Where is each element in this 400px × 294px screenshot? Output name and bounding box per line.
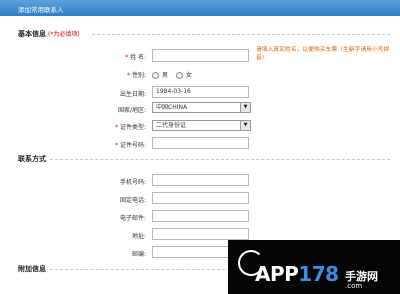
zip-label: 邮编: (131, 251, 146, 258)
required-note: (*为必填项) (48, 31, 80, 38)
id-number-input[interactable] (152, 137, 249, 149)
section-divider (92, 34, 390, 35)
address-label: 地址: (131, 233, 146, 240)
id-type-label: * 证件类型: (114, 124, 146, 131)
radio-icon (152, 72, 159, 79)
email-label: 电子邮件: (119, 215, 146, 222)
section-contact: 联系方式 (18, 154, 46, 164)
phone-label: 固定电话: (119, 197, 146, 204)
dialog-title: 添加常用联系人 (18, 6, 64, 14)
watermark-domain: .com (345, 282, 363, 290)
gender-female-radio[interactable]: 女 (176, 70, 192, 79)
watermark-logo: APP178 (255, 262, 339, 286)
required-star: * (125, 54, 129, 61)
id-type-select[interactable]: 二代身份证 ▼ (152, 120, 251, 131)
birth-label: 出生日期: (119, 91, 146, 98)
dropdown-arrow-icon: ▼ (240, 103, 250, 112)
section-basic-heading: 基本信息 (18, 30, 46, 38)
mobile-input[interactable] (152, 174, 249, 186)
phone-input[interactable] (152, 192, 249, 204)
gender-male-radio[interactable]: 男 (152, 70, 168, 79)
country-select[interactable]: 中国CHINA ▼ (152, 102, 251, 113)
section-divider (50, 159, 390, 160)
name-label: * 姓 名: (125, 54, 146, 61)
dropdown-arrow-icon: ▼ (240, 121, 250, 130)
country-label: 国家/地区: (117, 107, 146, 114)
required-star: * (114, 142, 118, 149)
radio-icon (176, 72, 183, 79)
zip-input[interactable] (152, 246, 229, 258)
gender-label: * 性别: (126, 72, 146, 79)
required-star: * (126, 72, 130, 79)
name-hint: 请填入真实姓名，以便购买车票（生僻字请用小写拼音） (256, 47, 390, 61)
address-input[interactable] (152, 228, 249, 240)
section-divider (50, 269, 225, 270)
mobile-label: 手机号码: (119, 179, 146, 186)
id-number-label: * 证件号码: (114, 142, 146, 149)
required-star: * (114, 124, 118, 131)
email-input[interactable] (152, 210, 249, 222)
name-input[interactable] (152, 49, 249, 62)
dialog-title-bar: 添加常用联系人 (0, 0, 400, 16)
section-extra-heading: 附加信息 (18, 265, 46, 273)
section-basic-info: 基本信息 (*为必填项) (18, 29, 80, 39)
birth-date-input[interactable]: 1984-03-16 (152, 86, 249, 98)
section-contact-heading: 联系方式 (18, 155, 46, 163)
section-extra: 附加信息 (18, 264, 46, 274)
